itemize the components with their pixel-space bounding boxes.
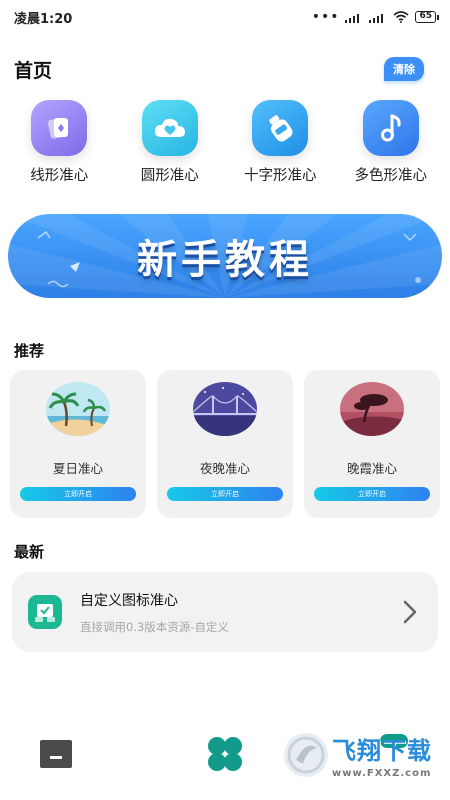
more-dots-icon: ••• — [311, 9, 340, 25]
cloud-heart-icon — [141, 100, 198, 156]
wifi-icon — [393, 11, 409, 23]
open-now-button[interactable]: 立即开启 — [167, 487, 283, 501]
category-label: 线形准心 — [30, 168, 89, 184]
page-title: 首页 — [14, 59, 53, 82]
category-row: 线形准心 圆形准心 十字形准心 多色形准心 — [0, 100, 450, 185]
recommend-list: 夏日准心 立即开启 夜晚准心 立即开启 晚霞准心 立即开启 — [10, 370, 440, 518]
nav-home[interactable] — [34, 732, 78, 776]
category-label: 十字形准心 — [244, 168, 317, 184]
category-label: 圆形准心 — [140, 168, 199, 184]
recommend-name: 夏日准心 — [52, 461, 103, 476]
status-icons: ••• 65 — [311, 9, 439, 25]
clear-button[interactable]: 清除 — [384, 57, 424, 81]
category-circle[interactable]: 圆形准心 — [115, 100, 225, 185]
latest-item[interactable]: 自定义图标准心 直接调用0.3版本资源-自定义 — [12, 572, 438, 652]
category-multicolor[interactable]: 多色形准心 — [336, 100, 446, 185]
open-now-button[interactable]: 立即开启 — [20, 487, 136, 501]
nav-discover[interactable] — [203, 732, 247, 776]
music-note-icon — [362, 100, 419, 156]
recommend-name: 晚霞准心 — [346, 461, 397, 476]
status-time: 凌晨1:20 — [14, 11, 73, 27]
banner-title: 新手教程 — [137, 237, 313, 283]
battery-indicator: 65 — [415, 11, 439, 23]
status-bar: 凌晨1:20 ••• 65 — [0, 0, 450, 34]
watermark: 飞翔下载 www.FXXZ.com — [284, 712, 450, 798]
bottle-icon — [252, 100, 309, 156]
recommend-card-summer[interactable]: 夏日准心 立即开启 — [10, 370, 146, 518]
watermark-logo — [284, 733, 328, 777]
watermark-text: 飞翔下载 www.FXXZ.com — [332, 731, 432, 779]
home-icon — [40, 740, 72, 768]
watermark-title: 飞翔下载 — [332, 737, 432, 765]
latest-text: 自定义图标准心 直接调用0.3版本资源-自定义 — [80, 590, 229, 635]
latest-item-subtitle: 直接调用0.3版本资源-自定义 — [80, 619, 229, 634]
clover-icon — [208, 737, 242, 771]
category-label: 多色形准心 — [354, 168, 428, 184]
chevron-right-icon — [398, 597, 422, 627]
recommend-card-sunset[interactable]: 晚霞准心 立即开启 — [304, 370, 440, 518]
custom-image-icon — [28, 595, 62, 629]
tutorial-banner[interactable]: 新手教程 — [8, 214, 442, 298]
category-cross[interactable]: 十字形准心 — [225, 100, 335, 185]
category-line[interactable]: 线形准心 — [4, 100, 114, 185]
latest-item-title: 自定义图标准心 — [80, 592, 178, 609]
recommend-name: 夜晚准心 — [199, 461, 250, 476]
recommend-card-night[interactable]: 夜晚准心 立即开启 — [157, 370, 293, 518]
cards-icon — [31, 100, 88, 156]
signal-icon — [345, 13, 360, 23]
open-now-button[interactable]: 立即开启 — [314, 487, 430, 501]
sunset-tree-icon — [340, 382, 404, 436]
signal-hd-icon — [369, 13, 384, 23]
recommend-title: 推荐 — [14, 342, 45, 360]
watermark-url: www.FXXZ.com — [332, 768, 432, 779]
latest-title: 最新 — [14, 543, 45, 561]
header: 首页 清除 — [14, 52, 424, 86]
night-bridge-icon — [193, 382, 257, 436]
beach-palm-icon — [46, 382, 110, 436]
